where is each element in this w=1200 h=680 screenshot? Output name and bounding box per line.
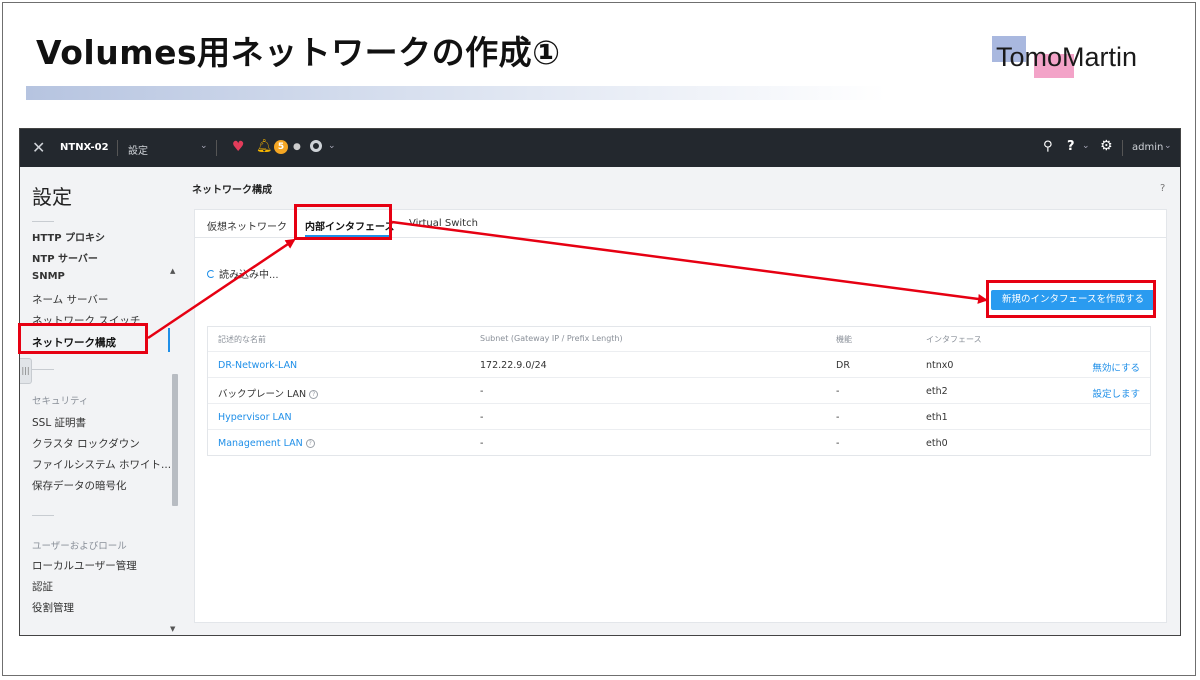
row-function: DR [836,360,850,371]
top-navigation-bar: ✕ NTNX-02 設定 ⌄ ♥ 🔔︎ 5 ● ⌄ ⚲ ? ⌄ ⚙ admin … [20,129,1180,167]
chevron-down-icon[interactable]: ⌄ [328,141,336,151]
info-icon[interactable]: ? [309,390,319,399]
divider [32,221,54,222]
section-heading-users: ユーザーおよびロール [32,541,127,552]
chevron-down-icon[interactable]: ⌄ [1082,141,1090,151]
divider [1122,140,1123,156]
highlight-box-sidebar-network-config [18,323,148,354]
sidebar-item-http-proxy[interactable]: HTTP プロキシ [32,229,105,244]
row-name-link[interactable]: Hypervisor LAN [218,412,292,423]
row-subnet: - [480,386,484,397]
settings-sidebar: 設定 HTTP プロキシ NTP サーバー SNMP ネーム サーバー ネットワ… [20,167,180,635]
column-header-function: 機能 [836,335,852,344]
tab-virtual-switch[interactable]: Virtual Switch [409,218,478,229]
alert-bell-icon[interactable]: 🔔︎ [256,139,273,154]
sidebar-item-ssl-cert[interactable]: SSL 証明書 [32,415,86,430]
table-row: DR-Network-LAN 172.22.9.0/24 DR ntnx0 無効… [208,351,1150,377]
sidebar-item-name-server[interactable]: ネーム サーバー [32,292,108,307]
sidebar-item-local-users[interactable]: ローカルユーザー管理 [32,558,137,573]
row-name-text: バックプレーン LAN [218,389,307,400]
row-interface: eth1 [926,412,948,423]
section-heading-security: セキュリティ [32,396,89,407]
row-name: バックプレーン LAN? [218,386,319,400]
row-action-link[interactable]: 設定します [1092,386,1140,400]
nutanix-x-icon[interactable]: ✕ [32,140,48,156]
sidebar-item-role-management[interactable]: 役割管理 [32,600,74,615]
interface-table: 記述的な名前 Subnet (Gateway IP / Prefix Lengt… [207,326,1151,456]
logo-text: TomoMartin [996,42,1138,72]
row-interface: ntnx0 [926,360,954,371]
app-screenshot: ✕ NTNX-02 設定 ⌄ ♥ 🔔︎ 5 ● ⌄ ⚲ ? ⌄ ⚙ admin … [19,128,1181,636]
sidebar-scrollbar[interactable] [172,374,178,506]
gear-icon[interactable]: ⚙ [1100,138,1113,154]
row-function: - [836,412,840,423]
sidebar-item-cluster-lockdown[interactable]: クラスタ ロックダウン [32,436,140,451]
row-action-link[interactable]: 無効にする [1092,360,1140,374]
highlight-box-internal-interface-tab [294,204,392,240]
chevron-down-icon[interactable]: ⌄ [1164,141,1172,151]
table-row: Hypervisor LAN - - eth1 [208,403,1150,429]
tab-virtual-network[interactable]: 仮想ネットワーク [207,218,287,233]
main-menu-label[interactable]: 設定 [128,142,148,157]
row-subnet: 172.22.9.0/24 [480,360,547,371]
sidebar-item-data-encryption[interactable]: 保存データの暗号化 [32,478,127,493]
sidebar-item-authentication[interactable]: 認証 [32,579,53,594]
divider [216,140,217,156]
row-interface: eth2 [926,386,948,397]
status-dot-icon: ● [293,142,301,152]
row-name-link[interactable]: DR-Network-LAN [218,360,297,371]
page-title: ネットワーク構成 [192,185,272,196]
cluster-name[interactable]: NTNX-02 [60,142,109,153]
help-icon[interactable]: ? [1160,183,1165,194]
row-name-link[interactable]: Management LAN [218,438,303,449]
title-underline-bar [26,86,886,100]
tasks-circle-icon[interactable] [310,140,322,152]
divider [117,140,118,156]
sidebar-item-snmp[interactable]: SNMP [32,271,65,282]
row-interface: eth0 [926,438,948,449]
highlight-box-create-button [986,280,1156,318]
row-subnet: - [480,438,484,449]
scroll-up-arrow-icon[interactable]: ▲ [170,267,175,275]
help-icon[interactable]: ? [1067,139,1075,154]
active-item-indicator [168,328,170,352]
scroll-down-arrow-icon[interactable]: ▼ [170,625,175,633]
sidebar-collapse-handle[interactable]: ||| [20,358,32,384]
row-function: - [836,386,840,397]
column-header-name: 記述的な名前 [218,335,266,344]
search-icon[interactable]: ⚲ [1043,139,1053,154]
sidebar-title: 設定 [32,185,72,209]
table-row: バックプレーン LAN? - - eth2 設定します [208,377,1150,403]
sidebar-item-ntp-server[interactable]: NTP サーバー [32,250,98,265]
slide-title: Volumes用ネットワークの作成① [36,33,561,72]
row-name: Management LAN? [218,438,315,449]
divider [32,369,54,370]
chevron-down-icon[interactable]: ⌄ [200,141,208,151]
loading-indicator: 読み込み中... [207,266,279,281]
alert-count-badge[interactable]: 5 [274,140,288,154]
row-subnet: - [480,412,484,423]
column-header-subnet: Subnet (Gateway IP / Prefix Length) [480,334,623,343]
user-menu[interactable]: admin [1132,142,1163,153]
divider [32,515,54,516]
row-function: - [836,438,840,449]
sidebar-item-filesystem-whitelist[interactable]: ファイルシステム ホワイト... [32,457,171,472]
network-config-panel: 仮想ネットワーク 内部インタフェース Virtual Switch 読み込み中.… [194,209,1167,623]
loading-text: 読み込み中... [219,270,279,281]
table-row: Management LAN? - - eth0 [208,429,1150,455]
brand-logo: TomoMartin [992,36,1162,80]
health-heart-icon[interactable]: ♥ [232,139,245,155]
column-header-interface: インタフェース [926,335,982,344]
info-icon[interactable]: ? [305,439,315,448]
spinner-icon [207,270,215,278]
